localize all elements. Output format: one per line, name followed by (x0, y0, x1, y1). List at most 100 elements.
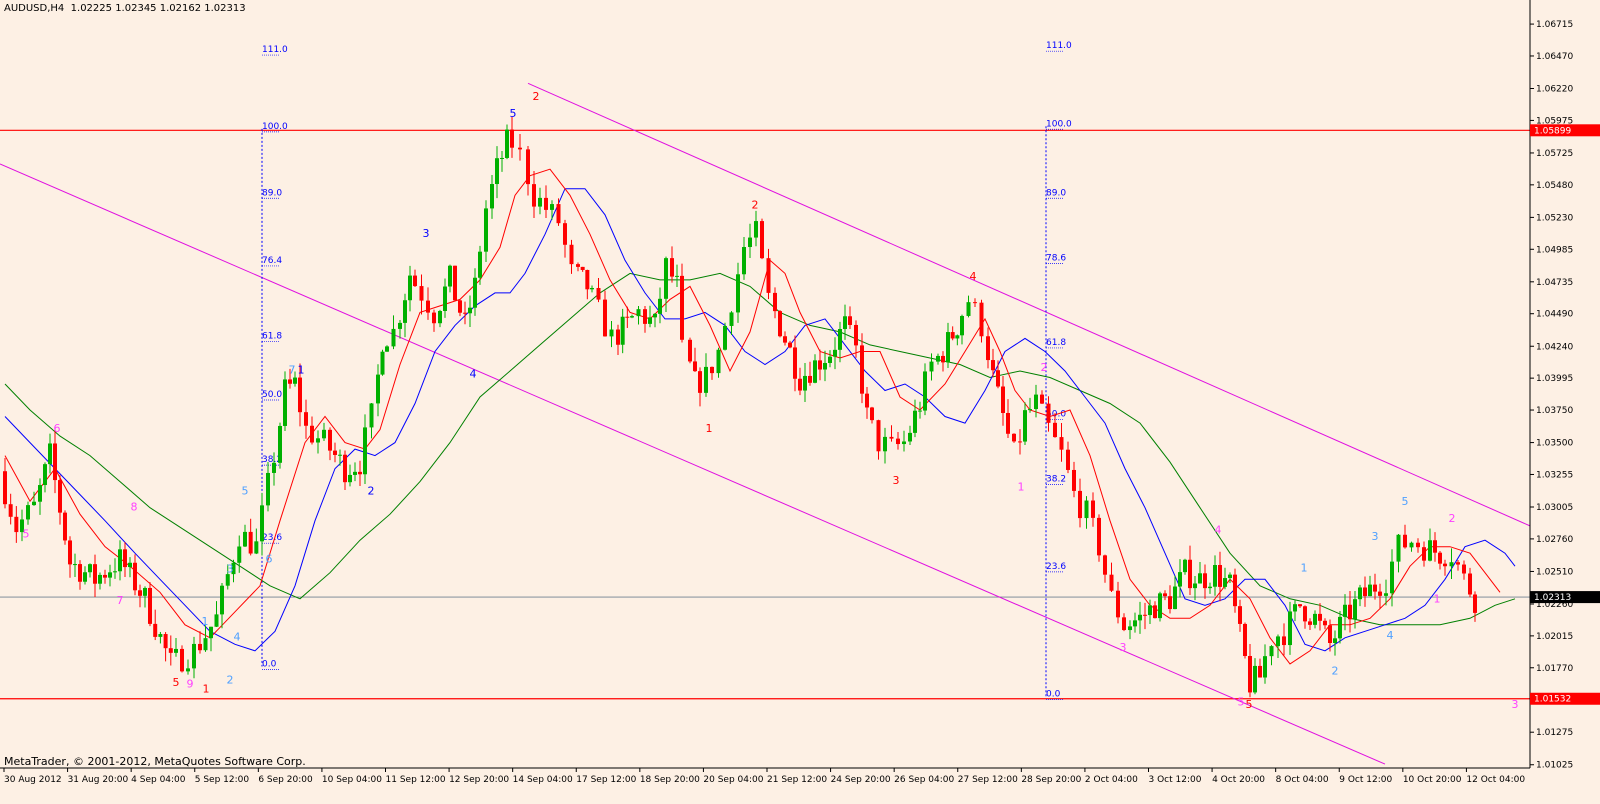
bear-candle (1238, 599, 1242, 632)
candle-body (1390, 561, 1394, 594)
candle-body (936, 355, 940, 362)
candle-body (538, 197, 542, 207)
bear-candle (1416, 538, 1420, 553)
bull-candle (380, 349, 385, 376)
bear-candle (453, 265, 457, 301)
candle-body (680, 275, 684, 340)
candle-body (580, 266, 585, 270)
bull-candle (376, 364, 380, 417)
bull-candle (1428, 528, 1432, 562)
bear-candle (1433, 532, 1437, 562)
price-tag-label: 1.01532 (1534, 695, 1571, 705)
bear-candle (1258, 658, 1262, 678)
candle-body (960, 315, 964, 336)
candle-body (760, 221, 764, 259)
candle-body (966, 302, 971, 316)
candle-body (1449, 562, 1454, 567)
bear-candle (986, 327, 990, 369)
candle-body (1443, 563, 1447, 567)
price-chart[interactable]: 111.0100.089.076.461.850.038.223.60.0111… (0, 0, 1600, 800)
candle-body (88, 564, 92, 573)
candle-body (1148, 605, 1152, 616)
x-tick-label: 14 Sep 04:00 (513, 775, 573, 785)
wave-label: 3 (1372, 530, 1379, 543)
bull-candle (1263, 644, 1267, 684)
candle-body (550, 204, 554, 210)
wave-label: 4 (1215, 524, 1222, 537)
candle-body (1253, 665, 1257, 693)
bull-candle (1173, 575, 1177, 610)
candle-body (883, 436, 887, 452)
candle-body (174, 648, 178, 653)
candle-body (742, 247, 746, 275)
bull-candle (348, 464, 352, 487)
bull-candle (936, 353, 940, 365)
bull-candle (495, 146, 499, 199)
bear-candle (153, 609, 158, 641)
candle-body (918, 410, 922, 412)
wave-label: 1 (1301, 561, 1308, 574)
bull-candle (158, 631, 163, 644)
bull-candle (214, 601, 219, 628)
candle-body (1116, 590, 1120, 618)
candle-body (793, 347, 797, 379)
candle-body (192, 643, 196, 669)
y-tick-label: 1.06220 (1536, 85, 1573, 95)
bear-candle (698, 367, 702, 407)
candle-body (1378, 591, 1382, 596)
candle-body (979, 302, 984, 337)
wave-label: 1 (706, 422, 713, 435)
bear-candle (896, 432, 900, 450)
bull-candle (203, 625, 208, 652)
wave-label: 3 (1120, 641, 1127, 654)
candle-body (333, 450, 337, 455)
bear-candle (78, 560, 82, 590)
candle-body (798, 378, 802, 391)
x-tick-label: 17 Sep 12:00 (576, 775, 636, 785)
bull-candle (316, 430, 320, 454)
bear-candle (580, 266, 585, 272)
wave-label: 3 (1512, 698, 1519, 711)
x-tick-label: 2 Oct 04:00 (1085, 775, 1138, 785)
candle-body (83, 572, 87, 582)
candle-body (1188, 559, 1192, 589)
candle-body (310, 425, 314, 443)
wave-label: 5 (173, 676, 180, 689)
bull-candle (748, 223, 752, 259)
candle-body (991, 360, 995, 371)
fib-level-label: 61.8 (262, 331, 282, 341)
candle-body (14, 516, 19, 533)
bull-candle (828, 350, 832, 368)
bear-candle (576, 262, 580, 272)
candle-body (569, 244, 574, 265)
candle-body (128, 562, 132, 568)
bull-candle (960, 314, 964, 345)
x-tick-label: 11 Sep 12:00 (386, 775, 446, 785)
bear-candle (1438, 551, 1442, 570)
candle-body (1368, 584, 1372, 597)
bear-candle (544, 185, 548, 218)
candle-body (93, 564, 97, 584)
bull-candle (955, 334, 960, 346)
bull-candle (1223, 567, 1227, 590)
bull-candle (1208, 582, 1212, 594)
x-tick-label: 10 Sep 04:00 (322, 775, 382, 785)
bear-candle (358, 460, 362, 487)
bear-candle (1012, 433, 1016, 443)
candle-body (941, 355, 945, 363)
bull-candle (108, 564, 112, 587)
bear-candle (3, 458, 7, 509)
candle-body (1318, 613, 1322, 621)
bear-candle (973, 298, 977, 308)
bear-candle (58, 475, 62, 525)
bear-candle (63, 510, 67, 545)
candle-body (1128, 626, 1132, 631)
bear-candle (798, 367, 802, 396)
bear-candle (670, 246, 674, 283)
ohlc-label: 1.02225 1.02345 1.02162 1.02313 (70, 3, 246, 14)
fib-level-label: 111.0 (1046, 41, 1072, 51)
candle-body (923, 371, 927, 411)
bear-candle (1303, 605, 1307, 629)
candle-body (688, 339, 692, 362)
bull-candle (823, 350, 827, 382)
